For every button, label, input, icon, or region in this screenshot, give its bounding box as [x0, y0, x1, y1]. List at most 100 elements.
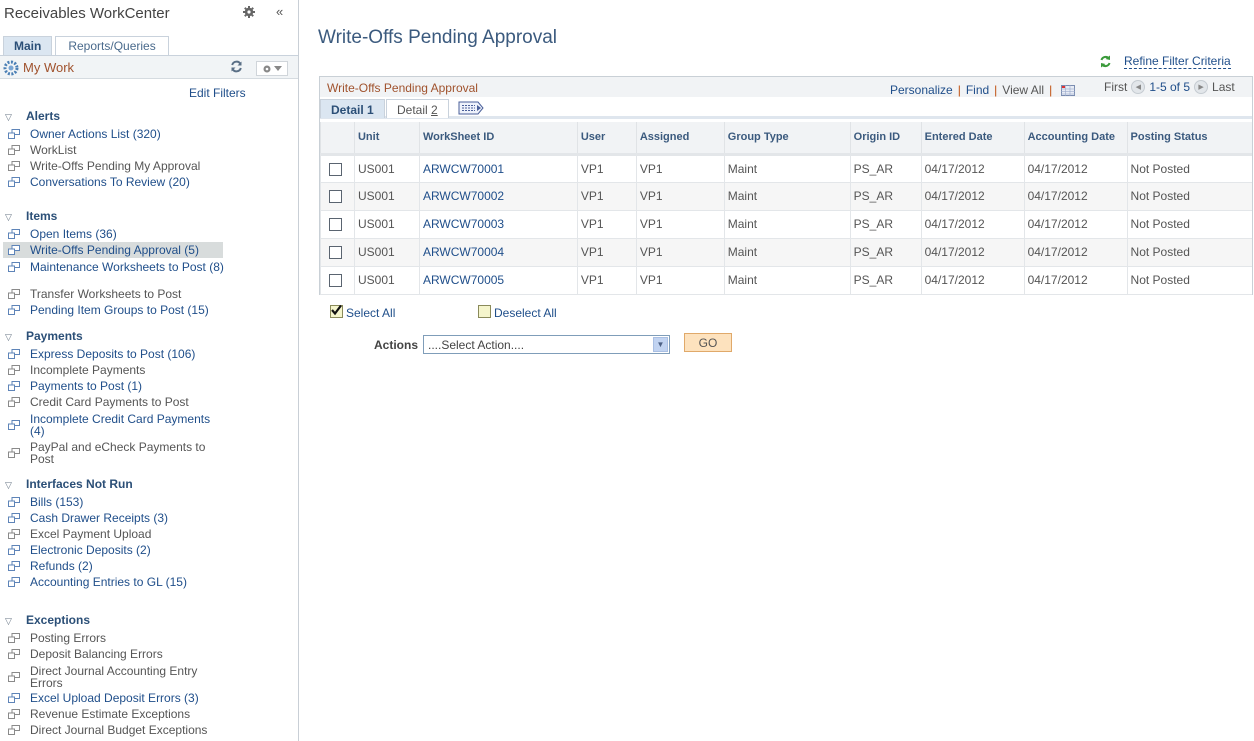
cell-worksheet-id[interactable]: ARWCW70002	[418, 182, 578, 211]
row-checkbox[interactable]	[329, 162, 342, 176]
chevron-down-icon[interactable]: ▼	[653, 337, 668, 352]
go-button[interactable]: GO	[684, 333, 732, 352]
sidebar-item[interactable]: Transfer Worksheets to Post	[8, 288, 228, 300]
sidebar-item[interactable]: Pending Item Groups to Post (15)	[8, 304, 228, 316]
sidebar-item-label[interactable]: Write-Offs Pending Approval (5)	[30, 244, 199, 256]
refine-filter-criteria-link[interactable]: Refine Filter Criteria	[1124, 54, 1231, 69]
column-header[interactable]: Group Type	[723, 122, 851, 156]
personalize-link[interactable]: Personalize	[890, 83, 953, 97]
download-spreadsheet-icon[interactable]	[1061, 84, 1076, 96]
sidebar-item[interactable]: Incomplete Credit Card Payments (4)	[8, 413, 228, 437]
sidebar-item[interactable]: Direct Journal Budget Exceptions	[8, 724, 228, 736]
edit-filters-link[interactable]: Edit Filters	[189, 86, 246, 100]
sidebar-item[interactable]: Excel Upload Deposit Errors (3)	[8, 692, 228, 704]
sidebar-item[interactable]: Payments to Post (1)	[8, 380, 228, 392]
actions-select[interactable]: ....Select Action.... ▼	[423, 335, 670, 354]
collapse-triangle-icon[interactable]: ▽	[5, 332, 19, 343]
sidebar-item-label[interactable]: Payments to Post (1)	[30, 380, 142, 392]
column-header[interactable]: Entered Date	[920, 122, 1025, 156]
row-checkbox[interactable]	[329, 190, 342, 204]
view-all-link[interactable]: View All	[1002, 83, 1044, 97]
row-checkbox[interactable]	[329, 218, 342, 232]
sidebar-item[interactable]: Write-Offs Pending My Approval	[8, 160, 228, 172]
sidebar-item-label[interactable]: Electronic Deposits (2)	[30, 544, 151, 556]
gear-icon[interactable]	[243, 6, 255, 18]
section-payments[interactable]: ▽ Payments	[5, 329, 83, 343]
deselect-all[interactable]: Deselect All	[478, 302, 557, 320]
pager-first[interactable]: First	[1104, 80, 1127, 94]
sidebar-item[interactable]: Posting Errors	[8, 632, 228, 644]
sidebar-item[interactable]: Open Items (36)	[8, 228, 228, 240]
refresh-icon[interactable]	[230, 60, 243, 73]
sidebar-item-label[interactable]: Incomplete Credit Card Payments (4)	[30, 413, 228, 437]
sidebar-item[interactable]: Refunds (2)	[8, 560, 228, 572]
sidebar-item[interactable]: WorkList	[8, 144, 228, 156]
sidebar-item-label[interactable]: Maintenance Worksheets to Post (8)	[30, 261, 224, 273]
sidebar-item[interactable]: Owner Actions List (320)	[8, 128, 228, 140]
pagelet-options-menu[interactable]	[256, 61, 288, 76]
collapse-triangle-icon[interactable]: ▽	[5, 616, 19, 627]
sidebar-item[interactable]: Incomplete Payments	[8, 364, 228, 376]
column-header[interactable]: Posting Status	[1126, 122, 1252, 156]
tab-detail-1[interactable]: Detail 1	[320, 99, 385, 118]
column-header[interactable]: Origin ID	[849, 122, 922, 156]
deselect-all-checkbox[interactable]	[478, 304, 491, 318]
sidebar-item[interactable]: Write-Offs Pending Approval (5)	[3, 242, 223, 258]
sidebar-item[interactable]: Maintenance Worksheets to Post (8)	[8, 261, 228, 273]
collapse-triangle-icon[interactable]: ▽	[5, 212, 19, 223]
row-checkbox[interactable]	[329, 274, 342, 288]
cell-worksheet-id[interactable]: ARWCW70004	[418, 238, 578, 267]
section-interfaces-not-run[interactable]: ▽ Interfaces Not Run	[5, 477, 133, 491]
previous-icon[interactable]: ◀	[1131, 80, 1146, 94]
column-header[interactable]: User	[576, 122, 637, 156]
cell-worksheet-id[interactable]: ARWCW70001	[418, 154, 578, 183]
section-items[interactable]: ▽ Items	[5, 209, 57, 223]
sidebar-item[interactable]: Credit Card Payments to Post	[8, 396, 228, 408]
deselect-all-label[interactable]: Deselect All	[494, 306, 557, 320]
sidebar-item[interactable]: Cash Drawer Receipts (3)	[8, 512, 228, 524]
sidebar-item-label[interactable]: Open Items (36)	[30, 228, 117, 240]
sidebar-item[interactable]: Bills (153)	[8, 496, 228, 508]
cell-worksheet-id[interactable]: ARWCW70005	[418, 266, 578, 295]
sidebar-item-label[interactable]: Cash Drawer Receipts (3)	[30, 512, 168, 524]
sidebar-item-label[interactable]: Excel Upload Deposit Errors (3)	[30, 692, 199, 704]
select-all-checkbox[interactable]	[330, 304, 343, 318]
collapse-triangle-icon[interactable]: ▽	[5, 112, 19, 123]
sidebar-item[interactable]: Express Deposits to Post (106)	[8, 348, 228, 360]
column-header[interactable]: Assigned	[635, 122, 725, 156]
section-exceptions[interactable]: ▽ Exceptions	[5, 613, 90, 627]
sidebar-item[interactable]: Conversations To Review (20)	[8, 176, 228, 188]
sidebar-item-label[interactable]: Owner Actions List (320)	[30, 128, 161, 140]
sidebar-item-label[interactable]: Express Deposits to Post (106)	[30, 348, 195, 360]
select-all-label[interactable]: Select All	[346, 306, 395, 320]
column-header[interactable]: WorkSheet ID	[418, 122, 578, 156]
next-icon[interactable]: ▶	[1194, 80, 1209, 94]
collapse-triangle-icon[interactable]: ▽	[5, 480, 19, 491]
sidebar-item-label[interactable]: Accounting Entries to GL (15)	[30, 576, 187, 588]
sidebar-item[interactable]: PayPal and eCheck Payments to Post	[8, 441, 228, 465]
sidebar-item-label[interactable]: Refunds (2)	[30, 560, 93, 572]
sidebar-item[interactable]: Direct Journal Accounting Entry Errors	[8, 665, 228, 689]
tab-detail-2[interactable]: Detail 2	[386, 99, 449, 118]
sidebar-item[interactable]: Excel Payment Upload	[8, 528, 228, 540]
collapse-sidebar-icon[interactable]: «	[276, 4, 283, 19]
sidebar-item-label[interactable]: Bills (153)	[30, 496, 83, 508]
cell-worksheet-id[interactable]: ARWCW70003	[418, 210, 578, 239]
sidebar-item[interactable]: Electronic Deposits (2)	[8, 544, 228, 556]
tab-main[interactable]: Main	[3, 36, 53, 56]
find-link[interactable]: Find	[966, 83, 989, 97]
sidebar-item-label[interactable]: Conversations To Review (20)	[30, 176, 190, 188]
column-header[interactable]: Accounting Date	[1023, 122, 1128, 156]
refine-filter-criteria[interactable]: Refine Filter Criteria	[1099, 54, 1231, 69]
sidebar-item[interactable]: Revenue Estimate Exceptions	[8, 708, 228, 720]
row-checkbox[interactable]	[329, 246, 342, 260]
show-all-columns-icon[interactable]	[458, 101, 484, 115]
section-alerts[interactable]: ▽ Alerts	[5, 109, 60, 123]
sidebar-item[interactable]: Deposit Balancing Errors	[8, 648, 228, 660]
tab-reports-queries[interactable]: Reports/Queries	[55, 36, 169, 56]
pager-last[interactable]: Last	[1212, 80, 1235, 94]
column-header[interactable]: Unit	[353, 122, 420, 156]
select-all[interactable]: Select All	[330, 302, 395, 320]
sidebar-item-label[interactable]: Pending Item Groups to Post (15)	[30, 304, 209, 316]
sidebar-item[interactable]: Accounting Entries to GL (15)	[8, 576, 228, 588]
